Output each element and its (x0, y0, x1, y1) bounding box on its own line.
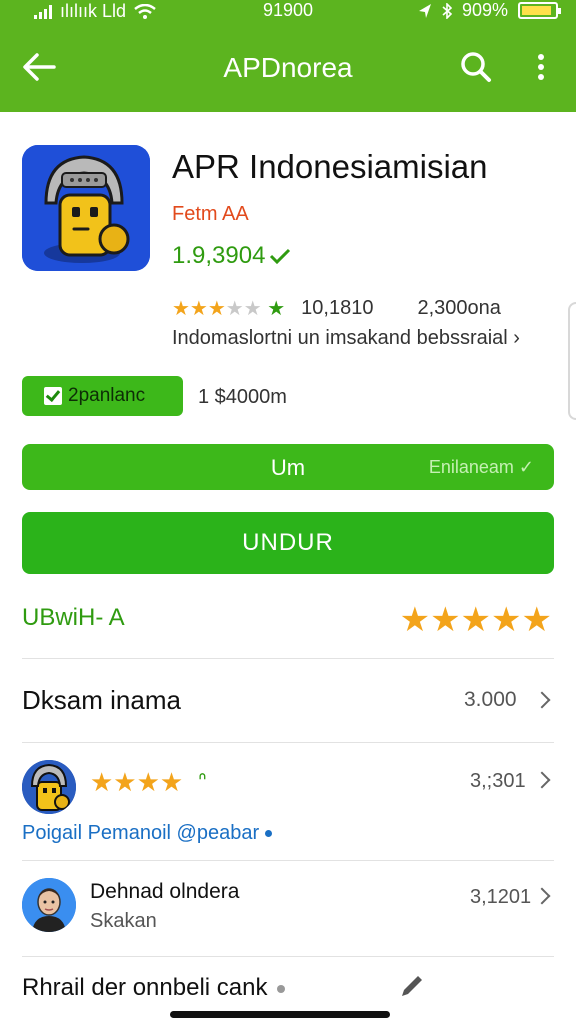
divider (22, 742, 554, 743)
developer-link[interactable]: Fetm AA (172, 203, 249, 226)
version-text: 1.9,3904 (172, 242, 266, 269)
side-drawer-handle[interactable] (568, 302, 576, 420)
category-badge[interactable]: 2panlanc (22, 376, 183, 416)
search-icon (461, 52, 491, 82)
rate-stars[interactable]: ★★★★★ (400, 600, 552, 640)
helmet-character-icon (22, 145, 150, 271)
search-button[interactable] (455, 46, 497, 88)
avatar (22, 760, 76, 814)
verified-check-icon (270, 248, 291, 264)
chevron-right-icon[interactable] (533, 691, 551, 709)
helmet-avatar-icon (22, 760, 76, 814)
review-author-text: Poigail Pemanoil @peabar (22, 822, 260, 844)
person-avatar-icon (22, 878, 76, 932)
write-review-text: Rhrail der onnbeli cank (22, 974, 268, 1001)
top-app-bar: ılılıık Lld 91900 909% APDnorea (0, 0, 576, 112)
battery-percent: 909% (461, 0, 508, 20)
more-options-button[interactable] (526, 46, 556, 88)
review-author-link[interactable]: Poigail Pemanoil @peabar (22, 822, 273, 845)
rating-count: 10,1810 (301, 297, 374, 319)
review-count: 3,1201 (470, 886, 532, 908)
divider (22, 658, 554, 659)
reviews-section-title[interactable]: Dksam inama (22, 685, 181, 716)
dot-icon (265, 830, 273, 838)
secondary-extra-text: Enilaneam (428, 457, 514, 477)
review-stars: ★★★★ (90, 767, 184, 797)
battery-level (522, 6, 551, 15)
thumb-up-icon[interactable]: ᐢ (198, 768, 207, 794)
download-button[interactable]: UNDUR (22, 512, 554, 574)
edit-pencil-icon[interactable] (398, 972, 426, 1000)
bluetooth-icon (442, 2, 452, 19)
reviews-section-count: 3.000 (464, 688, 517, 711)
rating-stars: ★★★★★ ★ (172, 298, 286, 320)
app-size: 1 $4000m (198, 386, 287, 408)
chevron-right-icon: › (513, 327, 520, 349)
app-icon (22, 145, 150, 271)
rating-row: ★★★★★ ★ 10,1810 2,300ona (172, 296, 501, 321)
badge-label: 2panlanc (68, 385, 146, 406)
write-review-row[interactable]: Rhrail der onnbeli cank (22, 974, 286, 1002)
status-right: 909% (418, 0, 561, 21)
home-indicator[interactable] (170, 1011, 390, 1018)
chevron-right-icon[interactable] (533, 771, 551, 789)
download-count: 2,300ona (417, 297, 501, 319)
more-vert-icon (538, 64, 544, 70)
reviewer-name: Dehnad olndera (90, 880, 240, 903)
divider (22, 956, 554, 957)
location-icon (418, 3, 431, 18)
app-header: APDnorea (0, 26, 576, 112)
app-name: APR Indonesiamisian (172, 148, 488, 185)
app-version: 1.9,3904 (172, 242, 291, 270)
description-text: Indomaslortni un imsakand bebssraial (172, 327, 508, 349)
rating-section-label: UBwiH- A (22, 604, 125, 631)
app-description[interactable]: Indomaslortni un imsakand bebssraial › (172, 327, 557, 350)
more-vert-icon (538, 74, 544, 80)
secondary-action-button[interactable]: Um Enilaneam ✓ (22, 444, 554, 490)
chevron-right-icon[interactable] (533, 887, 551, 905)
reviewer-subtitle: Skakan (90, 910, 157, 932)
dot-icon (277, 984, 286, 993)
secondary-button-extra: Enilaneam ✓ (428, 457, 534, 477)
divider (22, 860, 554, 861)
battery-icon (518, 2, 561, 19)
check-icon (44, 387, 62, 405)
status-bar: ılılıık Lld 91900 909% (0, 0, 576, 26)
more-vert-icon (538, 54, 544, 60)
avatar (22, 878, 76, 932)
review-count: 3,;301 (470, 770, 526, 792)
